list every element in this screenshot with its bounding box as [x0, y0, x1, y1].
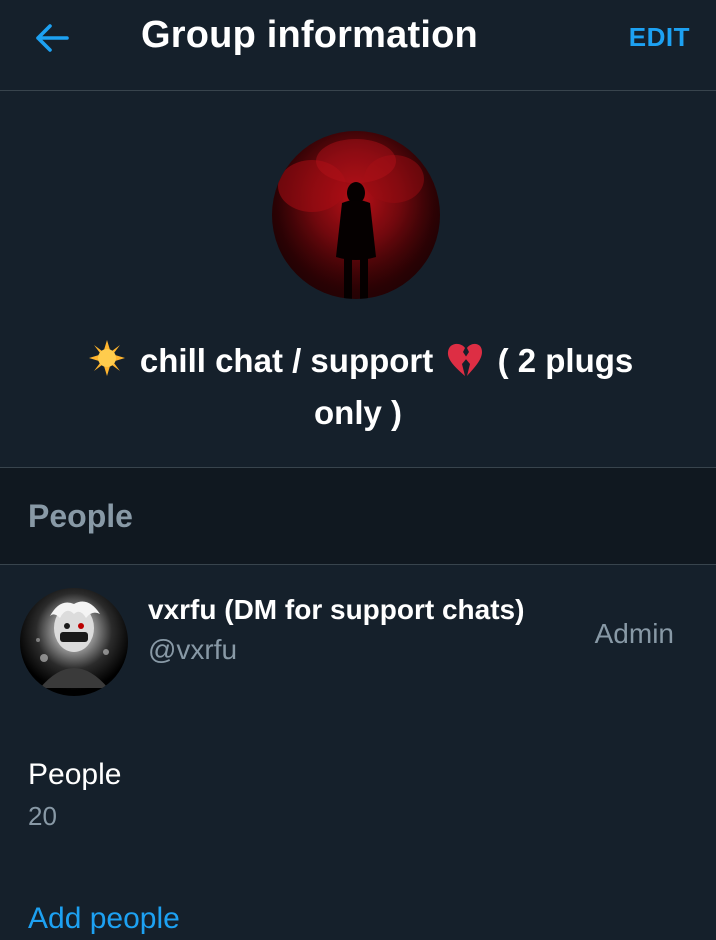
group-avatar[interactable]	[272, 131, 440, 299]
sun-emoji-icon	[87, 338, 127, 390]
avatar	[20, 588, 128, 696]
section-title: People	[28, 498, 133, 534]
top-app-bar: Group information EDIT	[0, 0, 716, 91]
people-section-header: People	[0, 468, 716, 565]
back-button[interactable]	[30, 18, 74, 58]
page-title: Group information	[141, 14, 478, 56]
member-display-name: vxrfu (DM for support chats)	[148, 594, 525, 625]
people-count-value: 20	[28, 801, 57, 831]
group-name: chill chat / support ( 2 plugs only )	[60, 338, 656, 436]
hooded-figure-image	[272, 131, 440, 299]
edit-button[interactable]: EDIT	[629, 22, 690, 53]
people-count-label: People	[28, 758, 122, 791]
member-role-badge: Admin	[594, 618, 674, 649]
member-handle: @vxrfu	[148, 634, 238, 665]
add-people-link[interactable]: Add people	[28, 902, 180, 936]
member-row[interactable]: vxrfu (DM for support chats) @vxrfu Admi…	[0, 570, 716, 700]
arrow-left-icon	[36, 24, 69, 52]
group-name-text: chill chat / support	[139, 342, 434, 379]
broken-heart-emoji-icon	[446, 342, 484, 390]
